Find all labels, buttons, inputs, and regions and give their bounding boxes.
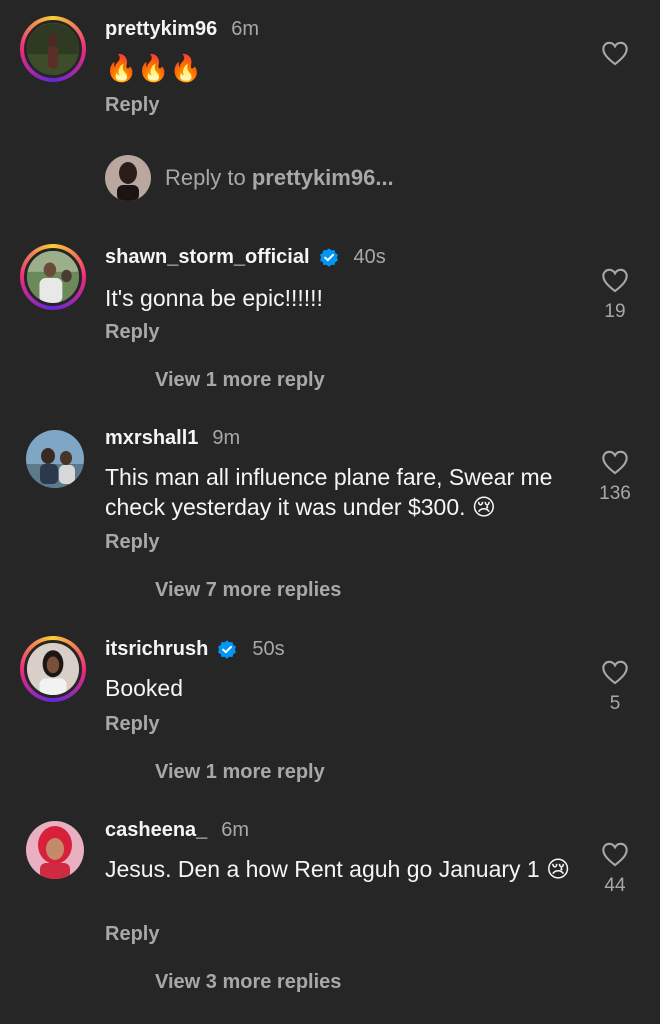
username[interactable]: itsrichrush bbox=[105, 638, 208, 661]
comment-meta: shawn_storm_official 40s bbox=[105, 246, 386, 269]
heart-icon bbox=[602, 842, 628, 867]
reply-button[interactable]: Reply bbox=[105, 321, 159, 344]
avatar[interactable] bbox=[26, 430, 84, 488]
view-more-replies-button[interactable]: View 7 more replies bbox=[155, 579, 341, 602]
like-count: 136 bbox=[599, 483, 631, 504]
comment-meta: prettykim96 6m bbox=[105, 18, 259, 41]
heart-icon bbox=[602, 450, 628, 475]
timestamp: 9m bbox=[212, 427, 241, 449]
like-count: 44 bbox=[604, 875, 626, 896]
view-more-replies-button[interactable]: View 1 more reply bbox=[155, 369, 325, 392]
like-button[interactable] bbox=[585, 40, 645, 66]
reply-to-label: Reply to prettykim96... bbox=[165, 165, 394, 190]
reply-button[interactable]: Reply bbox=[105, 94, 159, 117]
comment-text: This man all influence plane fare, Swear… bbox=[105, 464, 553, 520]
like-button[interactable]: 5 bbox=[585, 659, 645, 715]
reply-button[interactable]: Reply bbox=[105, 713, 159, 736]
avatar[interactable] bbox=[20, 636, 86, 702]
like-count: 19 bbox=[604, 301, 626, 322]
comment-text: Booked bbox=[105, 675, 184, 701]
like-button[interactable]: 44 bbox=[585, 841, 645, 897]
timestamp: 6m bbox=[231, 18, 260, 40]
like-button[interactable]: 19 bbox=[585, 267, 645, 323]
timestamp: 6m bbox=[221, 819, 250, 841]
view-more-replies-button[interactable]: View 1 more reply bbox=[155, 761, 325, 784]
comment-meta: mxrshall1 9m bbox=[105, 427, 240, 450]
comment-meta: casheena_ 6m bbox=[105, 819, 249, 842]
comment-text: It's gonna be epic!!!!!! bbox=[105, 285, 323, 311]
avatar[interactable] bbox=[20, 244, 86, 310]
verified-badge-icon bbox=[319, 247, 338, 267]
reply-button[interactable]: Reply bbox=[105, 531, 159, 554]
reply-to-username: prettykim96... bbox=[251, 165, 394, 190]
comment-text: Jesus. Den a how Rent aguh go January 1 … bbox=[105, 856, 571, 882]
view-more-replies-button[interactable]: View 3 more replies bbox=[155, 971, 341, 994]
avatar[interactable] bbox=[26, 821, 84, 879]
username[interactable]: mxrshall1 bbox=[105, 427, 198, 450]
timestamp: 50s bbox=[252, 638, 285, 660]
heart-icon bbox=[602, 268, 628, 293]
timestamp: 40s bbox=[353, 246, 386, 268]
comment-meta: itsrichrush 50s bbox=[105, 638, 285, 661]
avatar[interactable] bbox=[20, 16, 86, 82]
heart-icon bbox=[602, 660, 628, 685]
like-count: 5 bbox=[609, 693, 621, 714]
reply-button[interactable]: Reply bbox=[105, 923, 159, 946]
like-button[interactable]: 136 bbox=[585, 449, 645, 505]
username[interactable]: shawn_storm_official bbox=[105, 246, 310, 269]
comment-text: 🔥🔥🔥 bbox=[105, 53, 203, 83]
reply-to-bar[interactable]: Reply to prettykim96... bbox=[105, 155, 394, 201]
heart-icon bbox=[602, 41, 628, 66]
current-user-avatar bbox=[105, 155, 151, 201]
verified-badge-icon bbox=[218, 639, 237, 659]
username[interactable]: prettykim96 bbox=[105, 18, 217, 41]
username[interactable]: casheena_ bbox=[105, 819, 207, 842]
